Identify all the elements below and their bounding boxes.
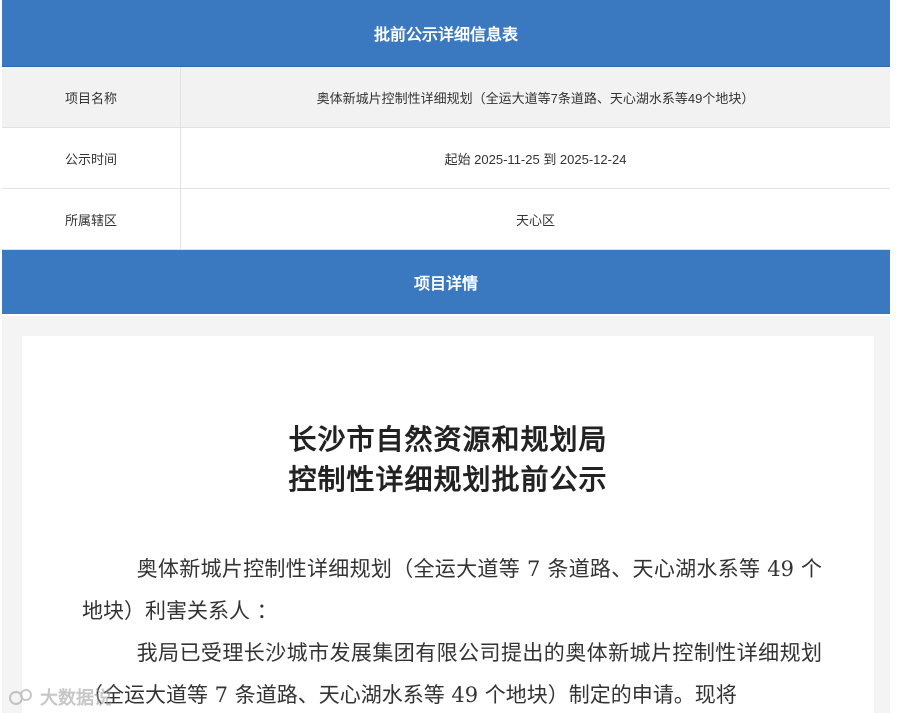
info-table-header: 批前公示详细信息表 [2, 0, 890, 67]
document-area: 长沙市自然资源和规划局 控制性详细规划批前公示 奥体新城片控制性详细规划（全运大… [2, 316, 890, 713]
table-row-district: 所属辖区 天心区 [2, 189, 890, 250]
document-paragraph: 我局已受理长沙城市发展集团有限公司提出的奥体新城片控制性详细规划（全运大道等 7… [82, 641, 822, 707]
info-table: 批前公示详细信息表 项目名称 奥体新城片控制性详细规划（全运大道等7条道路、天心… [2, 0, 890, 314]
document-paper: 长沙市自然资源和规划局 控制性详细规划批前公示 奥体新城片控制性详细规划（全运大… [22, 336, 874, 713]
table-row-project-name: 项目名称 奥体新城片控制性详细规划（全运大道等7条道路、天心湖水系等49个地块） [2, 67, 890, 128]
row-value: 起始 2025-11-25 到 2025-12-24 [444, 151, 627, 167]
row-label: 所属辖区 [2, 189, 181, 249]
row-label: 项目名称 [2, 67, 181, 127]
watermark-text: 大数据说 [40, 688, 112, 708]
watermark-logo-icon [9, 689, 32, 705]
info-table-title: 批前公示详细信息表 [373, 27, 518, 44]
row-label: 公示时间 [2, 128, 181, 188]
document-paragraph: 奥体新城片控制性详细规划（全运大道等 7 条道路、天心湖水系等 49 个地块）利… [82, 557, 822, 623]
row-value: 天心区 [515, 212, 555, 228]
document-body: 奥体新城片控制性详细规划（全运大道等 7 条道路、天心湖水系等 49 个地块）利… [82, 548, 822, 713]
document-title-agency: 长沙市自然资源和规划局 [288, 423, 608, 456]
watermark: 大数据说 [8, 684, 112, 710]
project-details-title: 项目详情 [413, 276, 478, 293]
row-value: 奥体新城片控制性详细规划（全运大道等7条道路、天心湖水系等49个地块） [316, 90, 755, 106]
document-title-notice: 控制性详细规划批前公示 [288, 463, 608, 496]
table-row-publicity-time: 公示时间 起始 2025-11-25 到 2025-12-24 [2, 128, 890, 189]
page: 批前公示详细信息表 项目名称 奥体新城片控制性详细规划（全运大道等7条道路、天心… [0, 0, 905, 713]
project-details-header: 项目详情 [2, 250, 890, 314]
